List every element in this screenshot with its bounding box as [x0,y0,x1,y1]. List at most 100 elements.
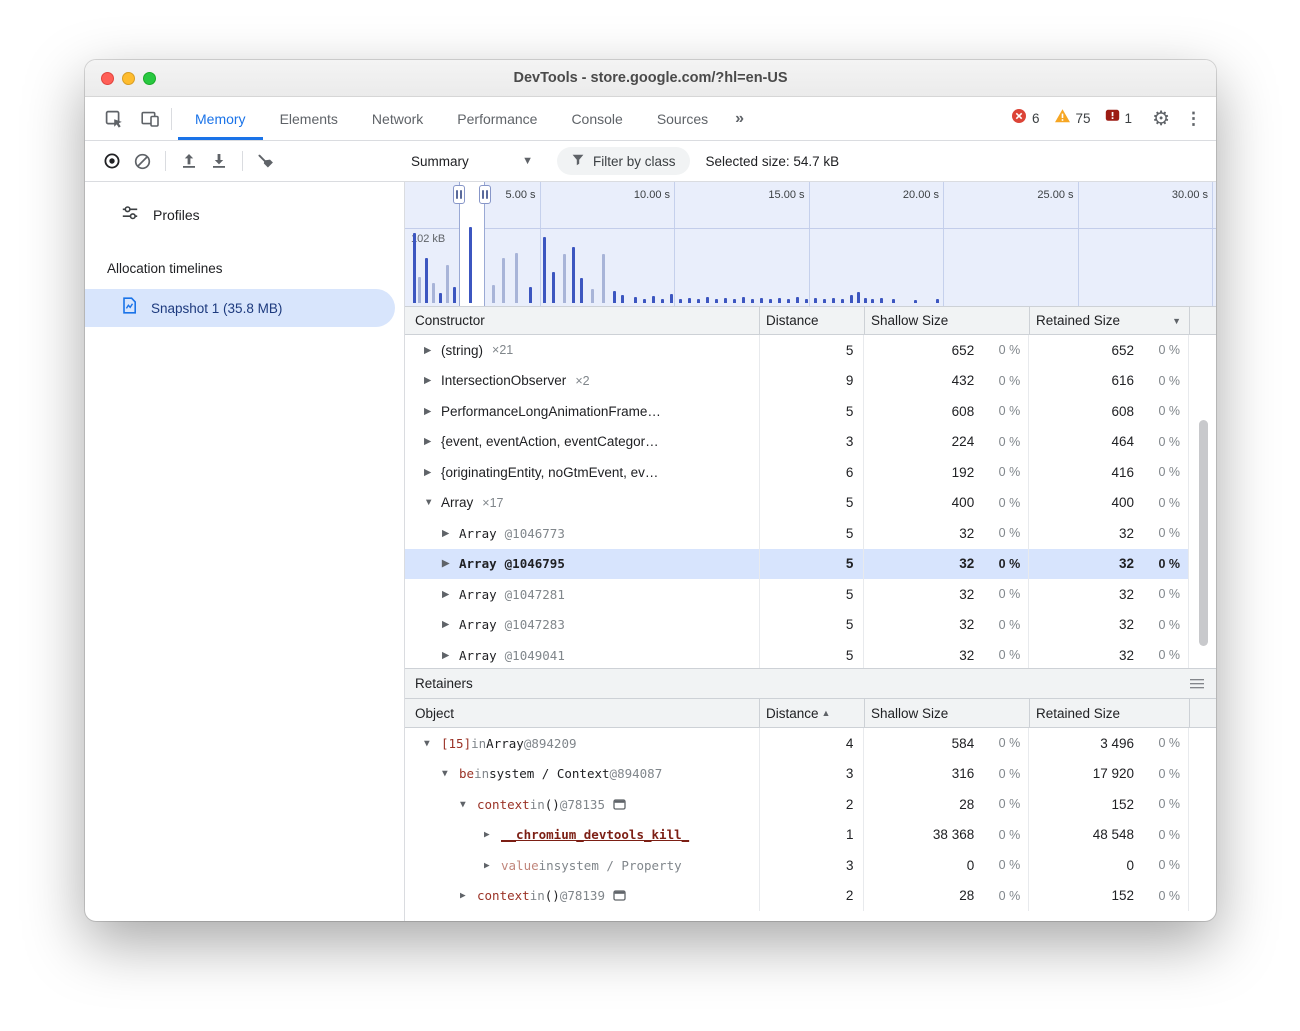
tab-sources[interactable]: Sources [640,97,725,140]
retainer-object-cell: ▶context in () @78139 [405,881,759,912]
device-toolbar-icon[interactable] [135,104,165,134]
column-header-distance[interactable]: Distance [759,307,864,334]
expand-icon[interactable]: ▶ [484,860,494,871]
zoom-window-button[interactable] [143,72,156,85]
column-header-constructor[interactable]: Constructor [405,307,759,334]
retainer-row[interactable]: ▶context in () @781392280 %1520 % [405,881,1189,912]
expand-icon[interactable]: ▶ [442,558,452,569]
column-header-shallow-size[interactable]: Shallow Size [864,699,1029,727]
tab-performance[interactable]: Performance [440,97,554,140]
settings-gear-icon[interactable]: ⚙ [1152,109,1170,129]
distance-cell: 6 [759,457,864,488]
retainer-row[interactable]: ▼[15] in Array @89420945840 %3 4960 % [405,728,1189,759]
reveal-object-icon[interactable] [613,890,626,901]
size-percent: 0 % [1134,496,1180,510]
retainer-row[interactable]: ▼be in system / Context @89408733160 %17… [405,759,1189,790]
issues-count: 1 [1125,111,1133,126]
size-value: 3 496 [1029,736,1134,751]
retainer-row[interactable]: ▶value in system / Property300 %00 % [405,850,1189,881]
devtools-tabbar: MemoryElementsNetworkPerformanceConsoleS… [85,97,1216,141]
error-icon[interactable] [1011,108,1027,129]
column-header-object[interactable]: Object [405,699,759,727]
profiles-header[interactable]: Profiles [85,195,404,235]
class-filter-input[interactable]: Filter by class [557,147,690,175]
allocation-bar [529,287,532,303]
allocation-bar [634,297,637,303]
allocation-bar [841,299,844,303]
clean-garbage-icon[interactable] [251,146,281,176]
column-header-distance[interactable]: Distance ▲ [759,699,864,727]
tab-elements[interactable]: Elements [263,97,355,140]
distance-cell: 3 [759,427,864,458]
collapse-icon[interactable]: ▼ [442,768,452,779]
size-percent: 0 % [974,797,1020,811]
constructor-row[interactable]: ▼Array×1754000 %4000 % [405,488,1189,519]
collapse-icon[interactable]: ▼ [460,799,470,810]
expand-icon[interactable]: ▶ [424,345,434,356]
collapse-icon[interactable]: ▼ [424,497,434,508]
save-profile-icon[interactable] [204,146,234,176]
constructor-row[interactable]: ▶IntersectionObserver×294320 %6160 % [405,366,1189,397]
close-window-button[interactable] [101,72,114,85]
size-percent: 0 % [974,465,1020,479]
vertical-scrollbar-thumb[interactable] [1199,420,1208,646]
column-header-retained-size[interactable]: Retained Size [1029,699,1189,727]
more-tabs-button[interactable]: » [725,97,754,140]
expand-icon[interactable]: ▶ [442,650,452,661]
expand-icon[interactable]: ▶ [424,406,434,417]
expand-icon[interactable]: ▶ [460,890,470,901]
allocation-bar [670,294,673,303]
retained-size-cell: 320 % [1028,549,1188,580]
tab-network[interactable]: Network [355,97,440,140]
expand-icon[interactable]: ▶ [424,467,434,478]
distance-cell: 3 [759,759,864,790]
window-titlebar[interactable]: DevTools - store.google.com/?hl=en-US [85,60,1216,97]
minimize-window-button[interactable] [122,72,135,85]
expand-icon[interactable]: ▶ [442,619,452,630]
retained-size-cell: 1520 % [1028,881,1188,912]
warning-icon[interactable] [1054,108,1071,129]
allocation-bar [515,253,518,303]
allocation-bar [469,227,472,303]
reveal-object-icon[interactable] [613,799,626,810]
perspective-select[interactable]: Summary ▼ [411,154,533,169]
expand-icon[interactable]: ▶ [442,528,452,539]
tab-strip: MemoryElementsNetworkPerformanceConsoleS… [178,97,725,140]
timeline-overview[interactable]: 5.00 s10.00 s15.00 s20.00 s25.00 s30.00 … [405,182,1216,306]
constructor-row[interactable]: ▶Array@10467955320 %320 % [405,549,1189,580]
sidebar-item-snapshot-1[interactable]: Snapshot 1 (35.8 MB) [85,289,395,327]
issues-icon[interactable] [1105,109,1120,128]
main-menu-kebab-icon[interactable]: ⋮ [1185,109,1202,129]
constructor-row[interactable]: ▶PerformanceLongAnimationFrame…56080 %60… [405,396,1189,427]
constructor-row[interactable]: ▶Array@10490415320 %320 % [405,640,1189,668]
load-profile-icon[interactable] [174,146,204,176]
inspect-element-icon[interactable] [99,104,129,134]
constructor-row[interactable]: ▶Array@10472815320 %320 % [405,579,1189,610]
retainer-text: in [474,766,489,781]
constructor-row[interactable]: ▶{originatingEntity, noGtmEvent, ev…6192… [405,457,1189,488]
column-header-retained-size[interactable]: Retained Size ▼ [1029,307,1189,334]
tab-memory[interactable]: Memory [178,97,263,140]
collapse-icon[interactable]: ▼ [424,738,434,749]
selection-handle-left[interactable] [453,185,465,204]
retainer-row[interactable]: ▶__chromium_devtools_kill_138 3680 %48 5… [405,820,1189,851]
selection-handle-right[interactable] [479,185,491,204]
constructor-row[interactable]: ▶(string)×2156520 %6520 % [405,335,1189,366]
tab-console[interactable]: Console [554,97,639,140]
allocation-bar [432,283,435,303]
retainer-row[interactable]: ▼context in () @781352280 %1520 % [405,789,1189,820]
clear-profiles-icon[interactable] [127,146,157,176]
column-header-shallow-size[interactable]: Shallow Size [864,307,1029,334]
expand-icon[interactable]: ▶ [424,436,434,447]
expand-icon[interactable]: ▶ [442,589,452,600]
expand-icon[interactable]: ▶ [484,829,494,840]
constructor-row[interactable]: ▶{event, eventAction, eventCategor…32240… [405,427,1189,458]
allocation-bar [864,298,867,303]
retainer-text: () [545,797,560,812]
constructor-row[interactable]: ▶Array@10472835320 %320 % [405,610,1189,641]
record-heap-icon[interactable] [97,146,127,176]
retainers-menu-icon[interactable] [1190,679,1204,689]
expand-icon[interactable]: ▶ [424,375,434,386]
size-percent: 0 % [974,858,1020,872]
constructor-row[interactable]: ▶Array@10467735320 %320 % [405,518,1189,549]
